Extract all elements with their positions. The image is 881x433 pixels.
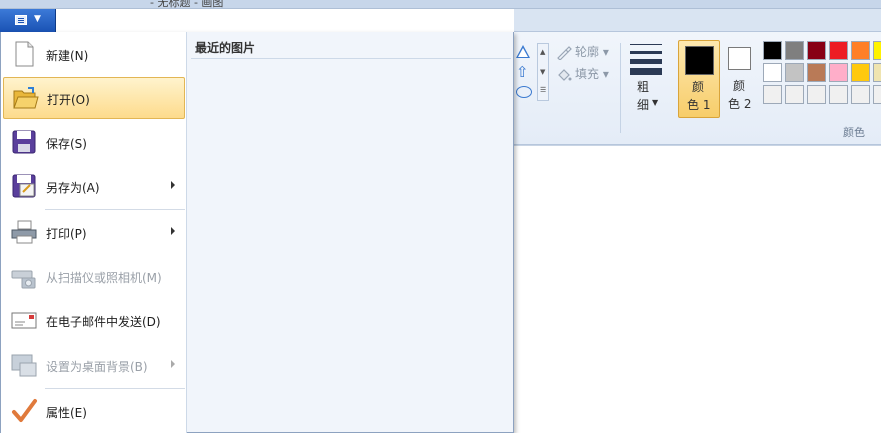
- outline-button[interactable]: 轮廓 ▾: [556, 43, 609, 60]
- scroll-down-icon[interactable]: ▼: [540, 68, 545, 76]
- menu-item-label: 从扫描仪或照相机(M): [46, 271, 162, 285]
- menu-item-label: 保存(S): [46, 137, 87, 151]
- menu-item-label: 打开(O): [47, 93, 90, 107]
- menu-item-print[interactable]: 打印(P): [3, 212, 185, 254]
- arrow-up-shape-icon[interactable]: ⇧: [516, 65, 529, 80]
- palette-color-swatch[interactable]: [763, 63, 782, 82]
- size-label-2: 细: [637, 98, 650, 112]
- colors-group-label: 颜色: [843, 126, 865, 139]
- palette-color-swatch[interactable]: [807, 63, 826, 82]
- palette-color-swatch[interactable]: [785, 41, 804, 60]
- submenu-arrow-icon: [171, 181, 175, 189]
- size-button[interactable]: 粗 细 ▼: [626, 42, 666, 118]
- menu-item-label: 在电子邮件中发送(D): [46, 315, 161, 329]
- palette-color-swatch[interactable]: [785, 63, 804, 82]
- menu-item-scanner-camera: 从扫描仪或照相机(M): [3, 256, 185, 298]
- paint-app-menu-button[interactable]: ▼: [0, 9, 56, 32]
- shapes-scroll[interactable]: ▲ ▼ ☰: [537, 43, 549, 101]
- open-folder-icon: [13, 87, 39, 109]
- brush-outline-icon: [557, 45, 572, 60]
- palette-color-swatch[interactable]: [785, 85, 804, 104]
- menu-divider: [45, 209, 185, 210]
- menu-item-desktop-background: 设置为桌面背景(B): [3, 345, 185, 387]
- palette-color-swatch[interactable]: [851, 41, 870, 60]
- color-1-label-2: 色 1: [687, 98, 711, 112]
- menu-item-label: 另存为(A): [46, 181, 100, 195]
- expand-icon[interactable]: ☰: [540, 86, 546, 94]
- outline-label: 轮廓: [575, 45, 600, 59]
- color-2-swatch: [728, 47, 751, 70]
- recent-divider: [191, 58, 511, 59]
- menu-item-save[interactable]: 保存(S): [3, 122, 185, 164]
- menu-item-new[interactable]: 新建(N): [3, 34, 185, 76]
- fill-button[interactable]: 填充 ▾: [556, 65, 609, 82]
- color-2-button[interactable]: 颜 色 2: [722, 40, 760, 118]
- menu-item-label: 新建(N): [46, 49, 89, 63]
- fill-label: 填充: [575, 67, 600, 81]
- palette-color-swatch[interactable]: [873, 41, 881, 60]
- recent-pictures-title: 最近的图片: [195, 41, 256, 55]
- callout-shape-icon[interactable]: [516, 86, 532, 98]
- palette-color-swatch[interactable]: [873, 63, 881, 82]
- new-document-icon: [15, 41, 34, 67]
- menu-item-open[interactable]: 打开(O): [3, 77, 185, 119]
- palette-color-swatch[interactable]: [807, 41, 826, 60]
- email-icon: [11, 312, 37, 329]
- color-1-swatch: [685, 46, 714, 75]
- palette-color-swatch[interactable]: [807, 85, 826, 104]
- ribbon-tab-row: [514, 9, 881, 32]
- save-floppy-icon: [12, 130, 36, 154]
- title-bar: - 无标题 - 画图: [0, 0, 881, 9]
- scroll-up-icon[interactable]: ▲: [540, 48, 545, 56]
- app-menu-commands: 新建(N) 打开(O) 保存(S) 另存为(A) 打印(P) 从扫描仪或照相机(…: [1, 32, 187, 433]
- save-as-icon: [12, 174, 36, 198]
- submenu-arrow-icon: [171, 360, 175, 368]
- palette-color-swatch[interactable]: [763, 85, 782, 104]
- printer-icon: [11, 220, 37, 244]
- scanner-camera-icon: [11, 270, 36, 289]
- menu-item-properties[interactable]: 属性(E): [3, 391, 185, 433]
- menu-item-label: 打印(P): [46, 227, 87, 241]
- color-2-label-2: 色 2: [728, 97, 752, 111]
- palette-color-swatch[interactable]: [851, 63, 870, 82]
- palette-color-swatch[interactable]: [873, 85, 881, 104]
- menu-item-label: 设置为桌面背景(B): [46, 360, 148, 374]
- submenu-arrow-icon: [171, 227, 175, 235]
- app-menu-icon: [15, 15, 27, 25]
- ribbon-divider: [620, 43, 621, 133]
- menu-item-label: 属性(E): [46, 406, 87, 420]
- color-1-button[interactable]: 颜 色 1: [678, 40, 720, 118]
- menu-divider: [45, 388, 185, 389]
- palette-color-swatch[interactable]: [851, 85, 870, 104]
- desktop-background-icon: [11, 354, 37, 377]
- palette-color-swatch[interactable]: [829, 63, 848, 82]
- chevron-down-icon: ▼: [652, 98, 659, 107]
- app-menu: 新建(N) 打开(O) 保存(S) 另存为(A) 打印(P) 从扫描仪或照相机(…: [0, 32, 514, 433]
- menu-item-save-as[interactable]: 另存为(A): [3, 166, 185, 208]
- color-2-label-1: 颜: [733, 79, 746, 93]
- fill-bucket-icon: [558, 68, 572, 81]
- color-1-label-1: 颜: [692, 80, 705, 94]
- palette-color-swatch[interactable]: [763, 41, 782, 60]
- palette-color-swatch[interactable]: [829, 41, 848, 60]
- menu-item-send-email[interactable]: 在电子邮件中发送(D): [3, 300, 185, 342]
- chevron-down-icon: ▼: [34, 14, 41, 24]
- palette-color-swatch[interactable]: [829, 85, 848, 104]
- size-label-1: 粗: [637, 80, 650, 94]
- window-title: - 无标题 - 画图: [150, 0, 224, 9]
- properties-check-icon: [12, 399, 37, 422]
